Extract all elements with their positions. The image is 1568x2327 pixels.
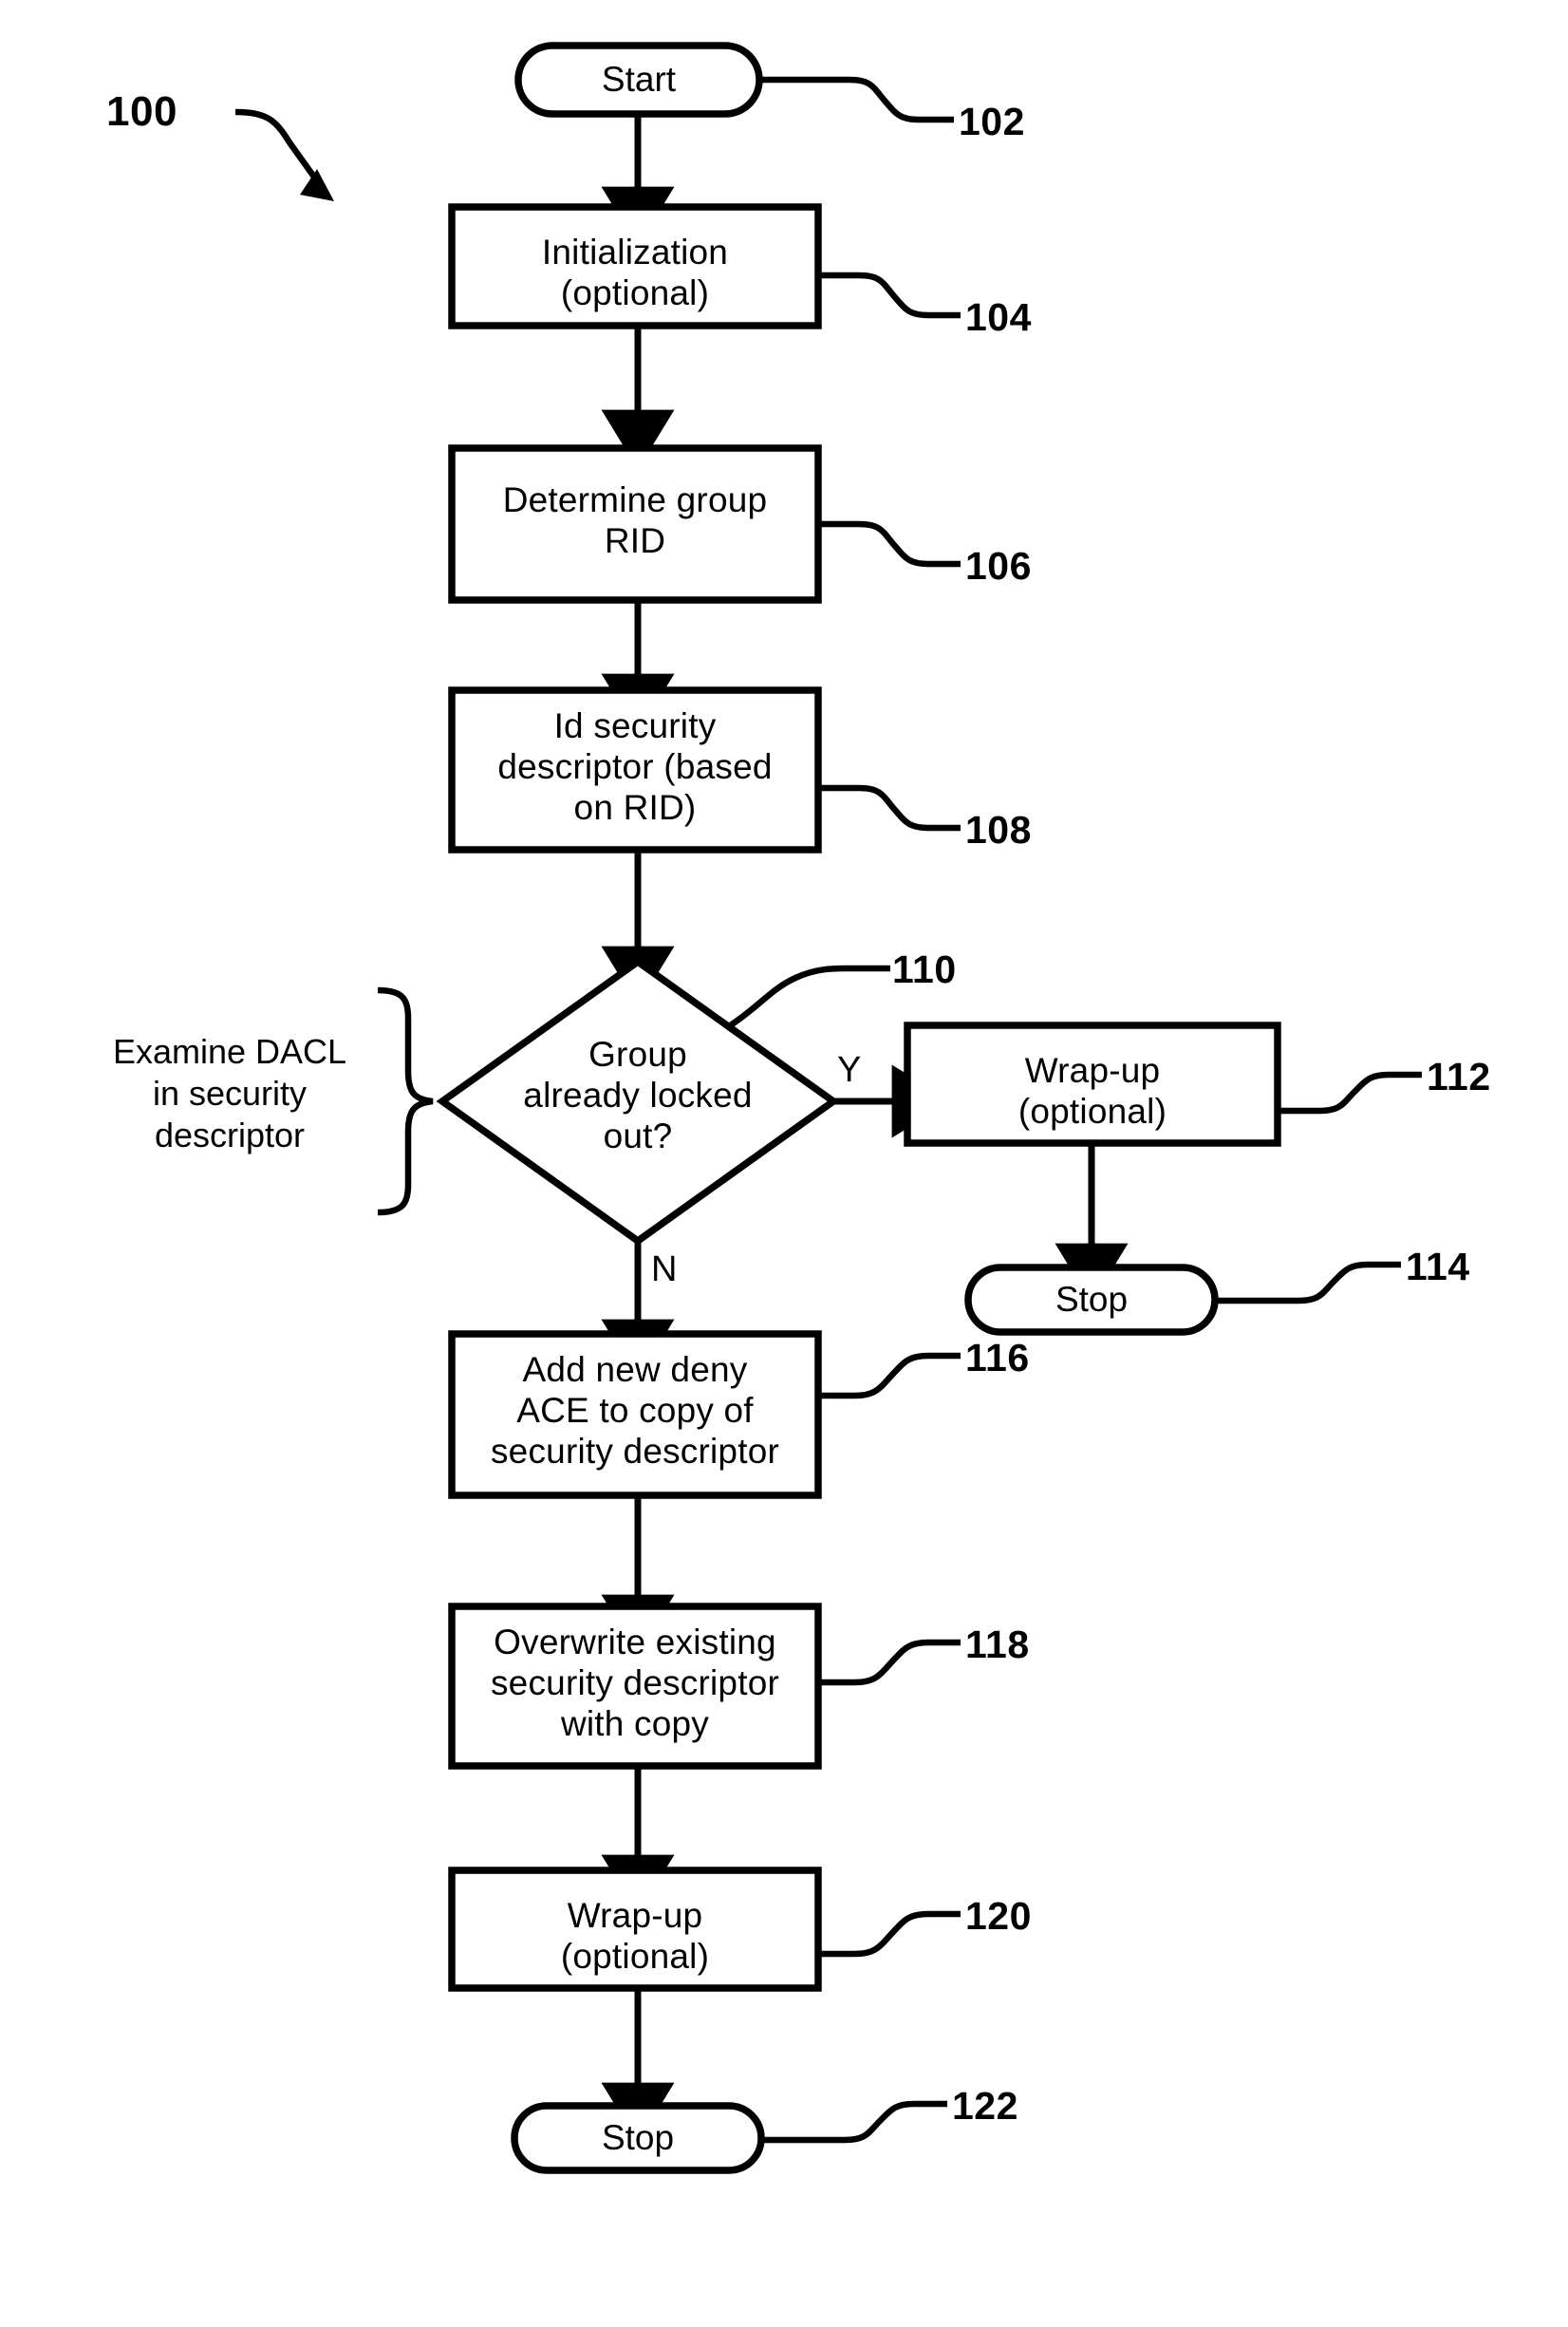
decision-diamond-shape — [436, 957, 840, 1246]
leader-110 — [727, 965, 890, 1029]
patent-flowchart-figure: 100 Start 102 Initialization (optional) … — [0, 0, 1568, 2327]
stop-yes-terminator-shape — [964, 1264, 1219, 1336]
figure-id-leader — [234, 108, 334, 201]
flowchart-vector-layer — [234, 42, 1422, 2174]
add-ace-box-shape — [448, 1330, 822, 1499]
stop-no-terminator-shape — [511, 2102, 765, 2174]
wrapup-yes-box-shape — [904, 1022, 1281, 1147]
leader-104 — [818, 272, 961, 319]
leader-122 — [761, 2100, 947, 2144]
start-terminator-shape — [514, 42, 763, 118]
leader-118 — [818, 1639, 961, 1686]
determine-rid-box-shape — [448, 444, 822, 604]
leader-120 — [818, 1910, 961, 1958]
leader-108 — [818, 784, 961, 832]
id-descriptor-box-shape — [448, 686, 822, 854]
leader-114 — [1215, 1261, 1401, 1304]
overwrite-box-shape — [448, 1603, 822, 1770]
initialization-box-shape — [448, 203, 822, 329]
leader-102 — [759, 76, 954, 123]
wrapup-no-box-shape — [448, 1867, 822, 1992]
leader-116 — [818, 1352, 961, 1399]
leader-112 — [1278, 1071, 1422, 1115]
annotation-brace — [377, 986, 434, 1216]
leader-106 — [818, 520, 961, 568]
